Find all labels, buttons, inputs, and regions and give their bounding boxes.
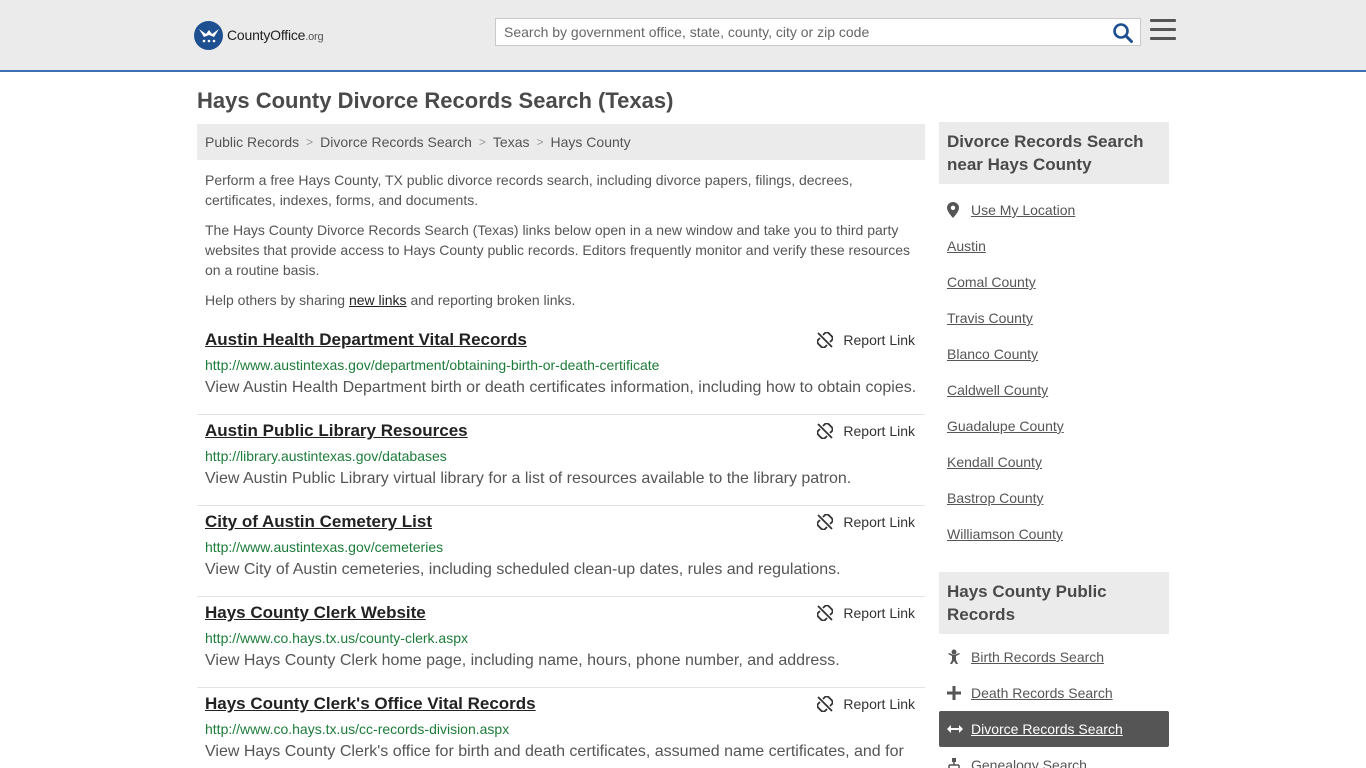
divorce-records-link[interactable]: Divorce Records Search [971, 721, 1123, 737]
logo-name: CountyOffice [227, 27, 306, 43]
sidebar-item-birth-records[interactable]: Birth Records Search [939, 639, 1169, 675]
nearby-item[interactable]: Travis County [939, 300, 1169, 336]
nearby-list: Use My Location Austin Comal County Trav… [939, 192, 1169, 552]
broken-link-icon [817, 423, 834, 439]
breadcrumb-public-records[interactable]: Public Records [205, 134, 299, 150]
nearby-link-comal-county[interactable]: Comal County [947, 274, 1036, 290]
records-list: Birth Records Search Death Records Searc… [939, 639, 1169, 768]
report-link-button[interactable]: Report Link [817, 696, 915, 712]
result-url: http://www.co.hays.tx.us/cc-records-divi… [205, 721, 510, 737]
breadcrumb-texas[interactable]: Texas [493, 134, 530, 150]
result-item: Hays County Clerk's Office Vital Records… [197, 688, 925, 768]
page-title: Hays County Divorce Records Search (Texa… [197, 88, 674, 113]
sidebar-item-death-records[interactable]: Death Records Search [939, 675, 1169, 711]
search-box [495, 18, 1141, 46]
result-description: View Hays County Clerk's office for birt… [205, 743, 904, 760]
new-links-link[interactable]: new links [349, 292, 407, 308]
breadcrumb: Public Records > Divorce Records Search … [197, 124, 925, 160]
breadcrumb-separator: > [478, 135, 486, 149]
sidebar-records-heading: Hays County Public Records [939, 572, 1169, 634]
result-url: http://library.austintexas.gov/databases [205, 448, 447, 464]
results-list: Austin Health Department Vital Records R… [197, 324, 925, 768]
nearby-link-caldwell-county[interactable]: Caldwell County [947, 382, 1048, 398]
nearby-item[interactable]: Caldwell County [939, 372, 1169, 408]
nearby-item[interactable]: Austin [939, 228, 1169, 264]
result-description: View Hays County Clerk home page, includ… [205, 652, 840, 669]
report-link-button[interactable]: Report Link [817, 605, 915, 621]
nearby-link-kendall-county[interactable]: Kendall County [947, 454, 1042, 470]
result-description: View Austin Health Department birth or d… [205, 379, 917, 396]
hamburger-menu-icon[interactable] [1150, 19, 1176, 43]
result-url: http://www.austintexas.gov/cemeteries [205, 539, 444, 555]
result-description: View Austin Public Library virtual libra… [205, 470, 852, 487]
result-title-link[interactable]: Hays County Clerk's Office Vital Records [205, 694, 536, 714]
result-title-link[interactable]: City of Austin Cemetery List [205, 512, 432, 532]
intro-paragraph: Perform a free Hays County, TX public di… [205, 172, 853, 208]
search-input[interactable] [496, 19, 1106, 45]
broken-link-icon [817, 605, 834, 621]
search-icon[interactable] [1112, 22, 1134, 44]
nearby-item[interactable]: Blanco County [939, 336, 1169, 372]
result-item: Hays County Clerk Website Report Link ht… [197, 597, 925, 688]
disclaimer-paragraph: The Hays County Divorce Records Search (… [205, 222, 910, 278]
broken-link-icon [817, 514, 834, 530]
arrows-horizontal-icon [947, 724, 971, 734]
report-link-button[interactable]: Report Link [817, 332, 915, 348]
plus-icon [947, 686, 971, 700]
map-pin-icon [947, 202, 971, 218]
sidebar-nearby-heading: Divorce Records Search near Hays County [939, 122, 1169, 184]
death-records-link[interactable]: Death Records Search [971, 685, 1113, 701]
breadcrumb-hays-county[interactable]: Hays County [551, 134, 631, 150]
result-description: View City of Austin cemeteries, includin… [205, 561, 841, 578]
breadcrumb-divorce-records-search[interactable]: Divorce Records Search [320, 134, 472, 150]
breadcrumb-separator: > [536, 135, 544, 149]
birth-records-link[interactable]: Birth Records Search [971, 649, 1104, 665]
result-url: http://www.austintexas.gov/department/ob… [205, 357, 660, 373]
result-item: Austin Public Library Resources Report L… [197, 415, 925, 506]
result-title-link[interactable]: Austin Health Department Vital Records [205, 330, 527, 350]
share-paragraph: Help others by sharing new links and rep… [205, 292, 576, 308]
nearby-item[interactable]: Williamson County [939, 516, 1169, 552]
site-logo[interactable]: CountyOffice.org [194, 20, 324, 50]
use-my-location-item[interactable]: Use My Location [939, 192, 1169, 228]
result-item: City of Austin Cemetery List Report Link… [197, 506, 925, 597]
nearby-item[interactable]: Guadalupe County [939, 408, 1169, 444]
report-link-button[interactable]: Report Link [817, 514, 915, 530]
nearby-link-guadalupe-county[interactable]: Guadalupe County [947, 418, 1064, 434]
result-item: Austin Health Department Vital Records R… [197, 324, 925, 415]
breadcrumb-separator: > [306, 135, 314, 149]
sidebar-item-divorce-records[interactable]: Divorce Records Search [939, 711, 1169, 747]
logo-eagle-icon [194, 20, 223, 50]
use-my-location-link[interactable]: Use My Location [971, 202, 1075, 218]
site-header: CountyOffice.org [0, 0, 1366, 72]
sidebar-nearby: Divorce Records Search near Hays County … [939, 122, 1169, 552]
result-title-link[interactable]: Hays County Clerk Website [205, 603, 426, 623]
result-url: http://www.co.hays.tx.us/county-clerk.as… [205, 630, 468, 646]
nearby-link-bastrop-county[interactable]: Bastrop County [947, 490, 1044, 506]
genealogy-link[interactable]: Genealogy Search [971, 757, 1087, 768]
logo-tld: .org [305, 31, 324, 43]
nearby-link-blanco-county[interactable]: Blanco County [947, 346, 1038, 362]
nearby-link-austin[interactable]: Austin [947, 238, 986, 254]
result-title-link[interactable]: Austin Public Library Resources [205, 421, 468, 441]
nearby-item[interactable]: Bastrop County [939, 480, 1169, 516]
nearby-item[interactable]: Kendall County [939, 444, 1169, 480]
report-link-button[interactable]: Report Link [817, 423, 915, 439]
baby-icon [947, 649, 971, 665]
nearby-item[interactable]: Comal County [939, 264, 1169, 300]
broken-link-icon [817, 696, 834, 712]
sidebar-item-genealogy[interactable]: Genealogy Search [939, 747, 1169, 768]
tree-icon [947, 758, 971, 768]
nearby-link-travis-county[interactable]: Travis County [947, 310, 1033, 326]
sidebar-public-records: Hays County Public Records Birth Records… [939, 572, 1169, 768]
broken-link-icon [817, 332, 834, 348]
nearby-link-williamson-county[interactable]: Williamson County [947, 526, 1063, 542]
